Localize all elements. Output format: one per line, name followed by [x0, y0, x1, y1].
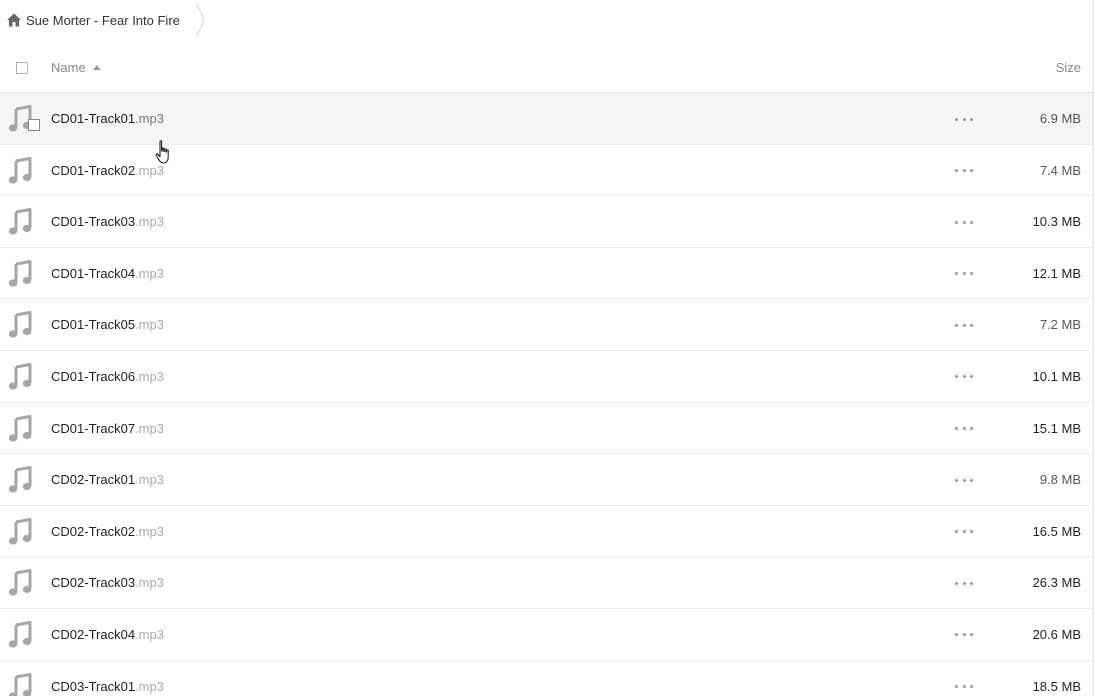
file-name-link[interactable]: CD01-Track04.mp3 — [51, 266, 164, 281]
file-row[interactable]: CD01-Track03.mp3 10.3 MB — [0, 196, 1093, 248]
file-row[interactable]: CD01-Track06.mp3 10.1 MB — [0, 351, 1093, 403]
file-name-link[interactable]: CD02-Track04.mp3 — [51, 627, 164, 642]
file-basename: CD03-Track01 — [51, 678, 136, 694]
breadcrumb: Sue Morter - Fear Into Fire — [0, 0, 1093, 40]
file-basename: CD01-Track06 — [51, 368, 136, 384]
more-actions-icon[interactable] — [955, 680, 973, 694]
music-note-icon — [8, 517, 32, 546]
music-note-icon — [8, 156, 32, 185]
file-size: 26.3 MB — [1032, 575, 1081, 591]
file-row[interactable]: CD02-Track01.mp3 9.8 MB — [0, 454, 1093, 506]
file-extension: .mp3 — [135, 472, 164, 488]
home-icon[interactable] — [6, 12, 22, 28]
music-note-icon — [8, 259, 32, 288]
name-column-header[interactable]: Name — [51, 60, 101, 75]
file-basename: CD02-Track01 — [51, 472, 136, 488]
file-extension: .mp3 — [135, 523, 164, 539]
file-row[interactable]: CD01-Track05.mp3 7.2 MB — [0, 299, 1093, 351]
file-extension: .mp3 — [135, 678, 164, 694]
music-note-icon — [8, 208, 32, 236]
file-name-link[interactable]: CD03-Track01.mp3 — [51, 679, 164, 694]
file-name-link[interactable]: CD02-Track03.mp3 — [51, 575, 164, 590]
file-row[interactable]: CD01-Track02.mp3 7.4 MB — [0, 145, 1093, 197]
file-basename: CD01-Track05 — [51, 317, 136, 333]
file-basename: CD02-Track04 — [51, 626, 136, 642]
file-row[interactable]: CD02-Track03.mp3 26.3 MB — [0, 557, 1093, 609]
music-note-icon — [8, 466, 32, 494]
more-actions-icon[interactable] — [955, 318, 973, 332]
file-name-link[interactable]: CD01-Track02.mp3 — [51, 163, 164, 178]
file-size: 12.1 MB — [1032, 265, 1081, 281]
more-actions-icon[interactable] — [955, 164, 973, 178]
file-extension: .mp3 — [135, 265, 164, 281]
size-column-header[interactable]: Size — [1056, 60, 1081, 75]
file-name-link[interactable]: CD02-Track02.mp3 — [51, 524, 164, 539]
file-size: 10.1 MB — [1032, 368, 1081, 384]
file-extension: .mp3 — [135, 420, 164, 436]
music-note-icon — [8, 311, 32, 339]
file-extension: .mp3 — [135, 162, 164, 178]
file-extension: .mp3 — [135, 626, 164, 642]
file-name-link[interactable]: CD01-Track06.mp3 — [51, 369, 164, 384]
file-row[interactable]: CD01-Track04.mp3 12.1 MB — [0, 248, 1093, 300]
name-column-label: Name — [51, 60, 86, 75]
more-actions-icon[interactable] — [955, 267, 973, 281]
file-size: 20.6 MB — [1032, 626, 1081, 642]
file-extension: .mp3 — [135, 317, 164, 333]
file-name-link[interactable]: CD02-Track01.mp3 — [51, 472, 164, 487]
breadcrumb-separator-icon — [196, 3, 205, 37]
file-extension: .mp3 — [135, 214, 164, 230]
file-extension: .mp3 — [135, 368, 164, 384]
more-actions-icon[interactable] — [955, 628, 973, 642]
file-size: 15.1 MB — [1032, 420, 1081, 436]
file-row[interactable]: CD02-Track02.mp3 16.5 MB — [0, 506, 1093, 558]
file-name-link[interactable]: CD01-Track01.mp3 — [51, 111, 164, 126]
breadcrumb-folder[interactable]: Sue Morter - Fear Into Fire — [26, 13, 180, 28]
file-basename: CD01-Track07 — [51, 420, 136, 436]
file-size: 6.9 MB — [1039, 111, 1081, 126]
file-basename: CD01-Track04 — [51, 265, 136, 281]
file-basename: CD01-Track03 — [51, 214, 136, 230]
file-size: 10.3 MB — [1032, 214, 1081, 230]
file-list: CD01-Track01.mp3 6.9 MB CD01-Track02.mp3 7.… — [0, 93, 1093, 696]
file-extension: .mp3 — [135, 111, 164, 126]
file-name-link[interactable]: CD01-Track07.mp3 — [51, 421, 164, 436]
file-name-link[interactable]: CD01-Track03.mp3 — [51, 214, 164, 229]
file-size: 16.5 MB — [1032, 523, 1081, 539]
file-row[interactable]: CD01-Track01.mp3 6.9 MB — [0, 93, 1093, 145]
music-note-icon — [8, 569, 32, 597]
music-note-icon — [8, 672, 32, 696]
file-row[interactable]: CD01-Track07.mp3 15.1 MB — [0, 403, 1093, 455]
music-note-icon — [8, 362, 32, 391]
select-all-checkbox[interactable] — [16, 62, 28, 74]
more-actions-icon[interactable] — [955, 112, 973, 126]
file-basename: CD02-Track03 — [51, 575, 136, 591]
file-size: 7.4 MB — [1039, 162, 1081, 178]
file-size: 18.5 MB — [1032, 678, 1081, 694]
more-actions-icon[interactable] — [955, 215, 973, 229]
row-checkbox[interactable] — [28, 119, 40, 131]
file-basename: CD02-Track02 — [51, 523, 136, 539]
file-row[interactable]: CD02-Track04.mp3 20.6 MB — [0, 609, 1093, 661]
file-row[interactable]: CD03-Track01.mp3 18.5 MB — [0, 661, 1093, 696]
sort-ascending-icon — [92, 65, 101, 70]
more-actions-icon[interactable] — [955, 525, 973, 539]
music-note-icon — [8, 620, 32, 649]
more-actions-icon[interactable] — [955, 576, 973, 590]
more-actions-icon[interactable] — [955, 370, 973, 384]
file-extension: .mp3 — [135, 575, 164, 591]
list-header: Name Size — [0, 44, 1093, 93]
file-size: 7.2 MB — [1039, 317, 1081, 333]
music-note-icon — [8, 414, 32, 443]
file-basename: CD01-Track01 — [51, 111, 136, 126]
more-actions-icon[interactable] — [955, 422, 973, 436]
file-name-link[interactable]: CD01-Track05.mp3 — [51, 317, 164, 332]
file-browser: Sue Morter - Fear Into Fire Name Size CD… — [0, 0, 1094, 696]
file-size: 9.8 MB — [1039, 472, 1081, 488]
more-actions-icon[interactable] — [955, 473, 973, 487]
file-basename: CD01-Track02 — [51, 162, 136, 178]
